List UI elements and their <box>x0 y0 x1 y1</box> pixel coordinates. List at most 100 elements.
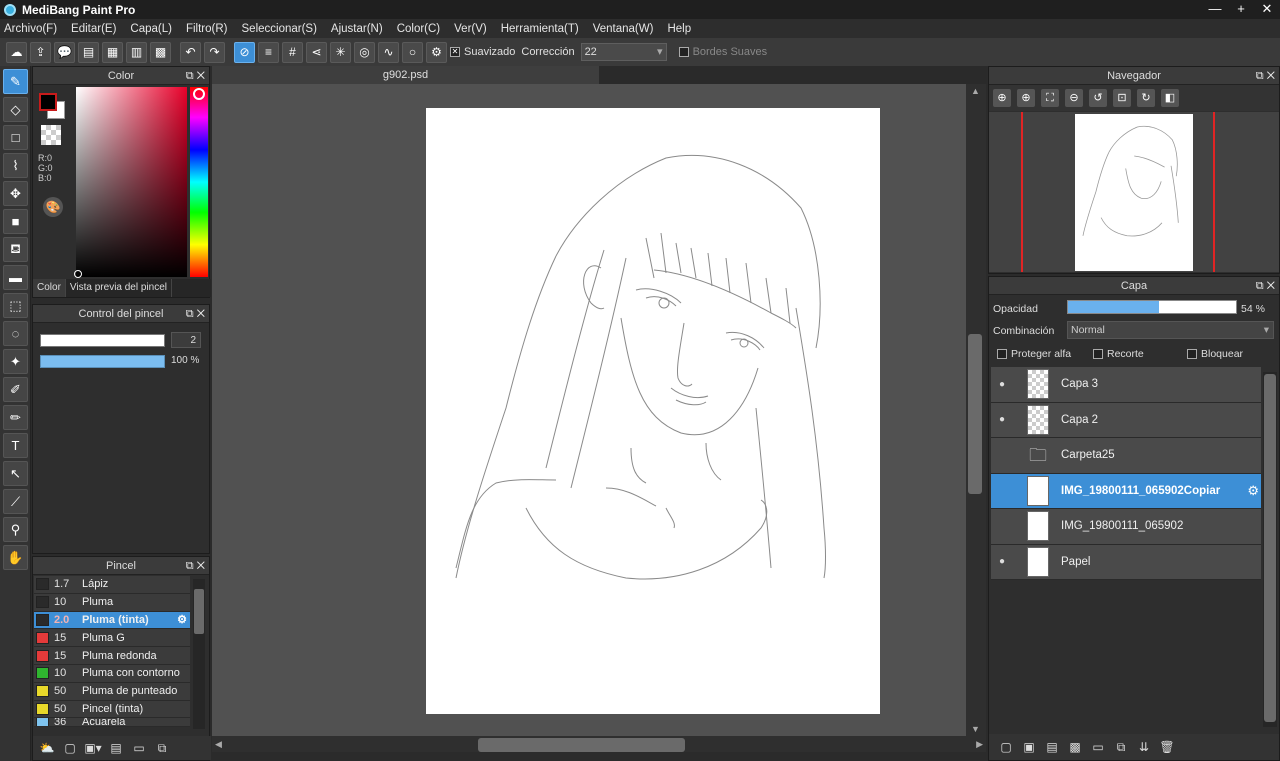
folder-layer-item[interactable]: 🗀 Carpeta25 <box>991 438 1261 474</box>
scroll-right-icon[interactable]: ▶ <box>976 739 983 750</box>
panel-popout-close-icon[interactable]: ⧉ ✕ <box>186 305 205 323</box>
brush-item[interactable]: 1.7 Lápiz <box>34 576 190 594</box>
eraser-tool-icon[interactable]: ◇ <box>3 97 28 122</box>
speech-bubble-icon[interactable]: 💬 <box>54 41 75 63</box>
document-tab[interactable]: g902.psd <box>212 66 599 84</box>
brush-size-slider[interactable] <box>40 334 165 347</box>
tab-brush-preview[interactable]: Vista previa del pincel <box>66 279 173 297</box>
hue-cursor[interactable] <box>193 88 205 100</box>
comment-icon[interactable]: ▤ <box>78 41 99 63</box>
menu-capa[interactable]: Capa(L) <box>130 23 172 35</box>
menu-seleccionar[interactable]: Seleccionar(S) <box>242 23 317 35</box>
delete-layer-icon[interactable]: 🗑 <box>1158 738 1176 756</box>
brush-size-value[interactable]: 2 <box>171 332 201 348</box>
navigator-preview[interactable] <box>989 112 1279 272</box>
perspective-snap-icon[interactable]: ⋖ <box>306 41 327 63</box>
halftone-layer-icon[interactable]: ▩ <box>1066 738 1084 756</box>
new-brush-icon[interactable]: ▢ <box>61 739 79 757</box>
panel-popout-close-icon[interactable]: ⧉ ✕ <box>1256 277 1275 295</box>
page-manager-icon[interactable]: ▥ <box>126 41 147 63</box>
visibility-icon[interactable]: ● <box>991 414 1013 425</box>
page-icon[interactable]: ▦ <box>102 41 123 63</box>
lock-checkbox[interactable] <box>1187 349 1197 359</box>
clip-checkbox[interactable] <box>1093 349 1103 359</box>
blend-mode-select[interactable]: Normal <box>1067 321 1274 339</box>
soft-edges-checkbox[interactable] <box>678 47 689 57</box>
tab-color[interactable]: Color <box>33 279 66 297</box>
cloud-icon[interactable]: ☁ <box>6 41 27 63</box>
eyedropper-icon[interactable]: ⚲ <box>3 517 28 542</box>
dot-tool-icon[interactable]: □ <box>3 125 28 150</box>
menu-ajustar[interactable]: Ajustar(N) <box>331 23 383 35</box>
new-layer-icon[interactable]: ▢ <box>997 738 1015 756</box>
menu-ver[interactable]: Ver(V) <box>454 23 487 35</box>
layer-opacity-slider[interactable] <box>1067 300 1237 314</box>
concentric-snap-icon[interactable]: ◎ <box>354 41 375 63</box>
close-button[interactable]: ✕ <box>1254 0 1280 19</box>
grid-pages-icon[interactable]: ▩ <box>150 41 171 63</box>
zoom-out-icon[interactable]: ⊖ <box>1065 89 1083 107</box>
vertical-scroll-thumb[interactable] <box>968 334 982 494</box>
lock-option[interactable]: Bloquear <box>1187 348 1243 360</box>
brush-item-selected[interactable]: 2.0 Pluma (tinta) ⚙ <box>34 611 190 630</box>
brush-scroll-thumb[interactable] <box>194 589 204 634</box>
protect-alpha-option[interactable]: Proteger alfa <box>997 348 1071 360</box>
move-tool-icon[interactable]: ✥ <box>3 181 28 206</box>
panel-popout-close-icon[interactable]: ⧉ ✕ <box>186 557 205 575</box>
scroll-left-icon[interactable]: ◀ <box>215 739 222 750</box>
protect-alpha-checkbox[interactable] <box>997 349 1007 359</box>
new-8bit-layer-icon[interactable]: ▣ <box>1020 738 1038 756</box>
foreground-color-swatch[interactable] <box>39 93 57 111</box>
add-brush-dropdown-icon[interactable]: ▣▾ <box>84 739 102 757</box>
hand-tool-icon[interactable]: ✋ <box>3 545 28 570</box>
menu-herramienta[interactable]: Herramienta(T) <box>501 23 579 35</box>
scroll-up-icon[interactable]: ▲ <box>971 86 980 96</box>
operation-tool-icon[interactable]: ↖ <box>3 461 28 486</box>
menu-color[interactable]: Color(C) <box>397 23 440 35</box>
layer-settings-icon[interactable]: ⚙ <box>1247 483 1259 499</box>
snap-off-icon[interactable]: ⊘ <box>234 41 255 63</box>
gradient-tool-icon[interactable]: ▬ <box>3 265 28 290</box>
sv-cursor[interactable] <box>74 270 82 278</box>
panel-popout-close-icon[interactable]: ⧉ ✕ <box>186 67 205 85</box>
circle-snap-icon[interactable]: ○ <box>402 41 423 63</box>
snap-settings-icon[interactable]: ⚙ <box>426 41 447 63</box>
parallel-snap-icon[interactable]: ≡ <box>258 41 279 63</box>
visibility-icon[interactable]: ● <box>991 379 1013 390</box>
scroll-down-icon[interactable]: ▼ <box>971 724 980 734</box>
layer-item-selected[interactable]: IMG_19800111_065902Copiar ⚙ <box>991 473 1261 509</box>
canvas-horizontal-scrollbar[interactable]: ◀ ▶ <box>212 736 986 752</box>
brush-tool-icon[interactable]: ✎ <box>3 69 28 94</box>
duplicate-layer-icon[interactable]: ⧉ <box>1112 738 1130 756</box>
rotate-left-icon[interactable]: ↺ <box>1089 89 1107 107</box>
brush-item[interactable]: 15 Pluma G <box>34 629 190 648</box>
layer-item[interactable]: ● Papel <box>991 544 1261 580</box>
brush-opacity-slider[interactable] <box>40 355 165 368</box>
brush-list-scrollbar[interactable] <box>193 579 205 729</box>
layer-item[interactable]: ● Capa 3 <box>991 367 1261 403</box>
brush-item[interactable]: 50 Pincel (tinta) <box>34 700 190 719</box>
layer-item[interactable]: ● Capa 2 <box>991 402 1261 438</box>
brush-item[interactable]: 15 Pluma redonda <box>34 647 190 665</box>
smoothing-option[interactable]: ✕ Suavizado <box>450 46 515 58</box>
panel-popout-close-icon[interactable]: ⧉ ✕ <box>1256 67 1275 85</box>
brush-item[interactable]: 10 Pluma <box>34 593 190 612</box>
brush-item[interactable]: 36 Acuarela <box>34 718 190 728</box>
duplicate-brush-icon[interactable]: ⧉ <box>153 739 171 757</box>
redo-icon[interactable]: ↷ <box>204 41 225 63</box>
magic-wand-icon[interactable]: ✦ <box>3 349 28 374</box>
menu-filtro[interactable]: Filtro(R) <box>186 23 228 35</box>
new-folder-icon[interactable]: ▭ <box>1089 738 1107 756</box>
visibility-icon[interactable]: ● <box>991 556 1013 567</box>
horizontal-scroll-thumb[interactable] <box>478 738 685 752</box>
upload-icon[interactable]: ⇪ <box>30 41 51 63</box>
fit-screen-icon[interactable]: ⛶ <box>1041 89 1059 107</box>
brush-folder-icon[interactable]: ▭ <box>130 739 148 757</box>
brush-properties-icon[interactable]: ▤ <box>107 739 125 757</box>
select-tool-icon[interactable]: ⬚ <box>3 293 28 318</box>
smoothing-checkbox[interactable]: ✕ <box>450 47 460 57</box>
lasso-tool-icon[interactable]: ◌ <box>3 321 28 346</box>
new-1bit-layer-icon[interactable]: ▤ <box>1043 738 1061 756</box>
menu-help[interactable]: Help <box>667 23 691 35</box>
maximize-button[interactable]: + <box>1228 0 1254 19</box>
